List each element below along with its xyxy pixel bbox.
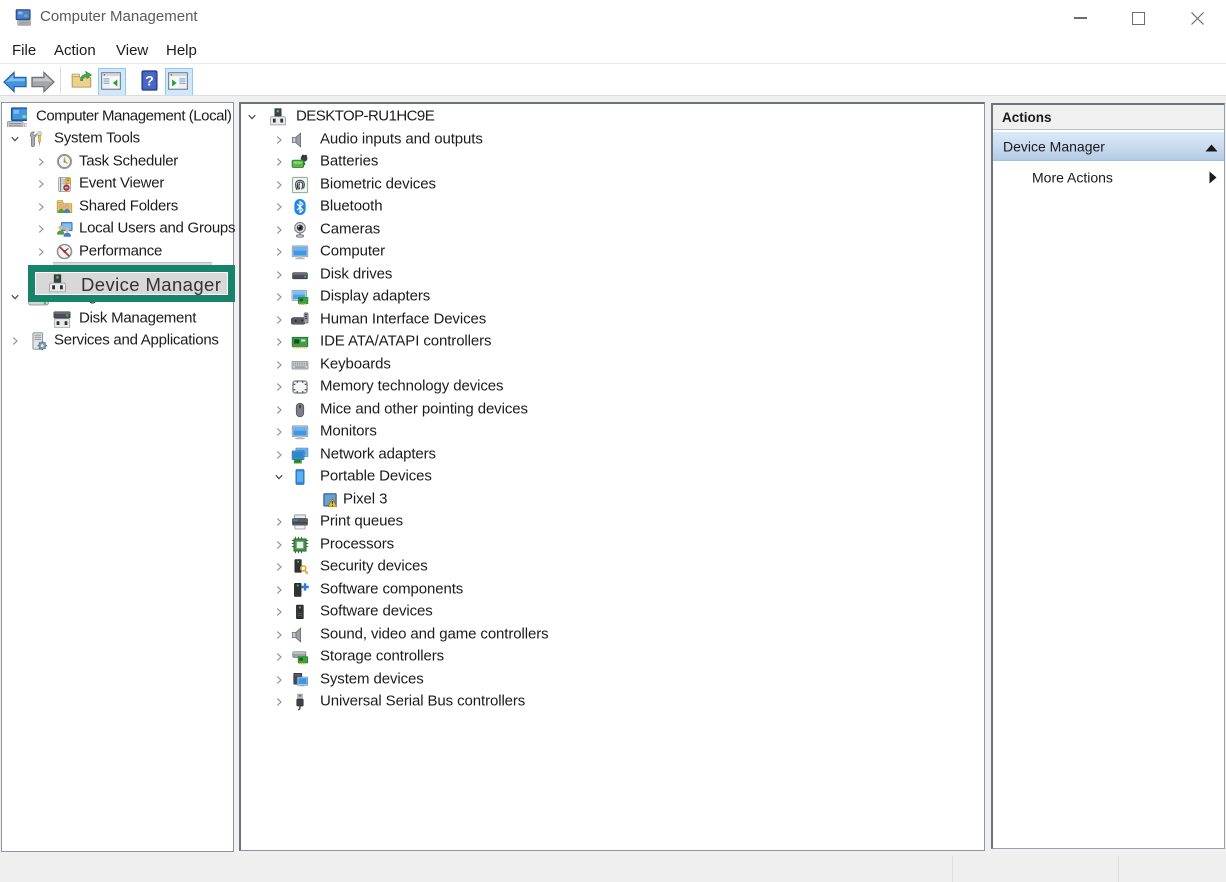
svg-text:?: ?	[145, 73, 154, 89]
